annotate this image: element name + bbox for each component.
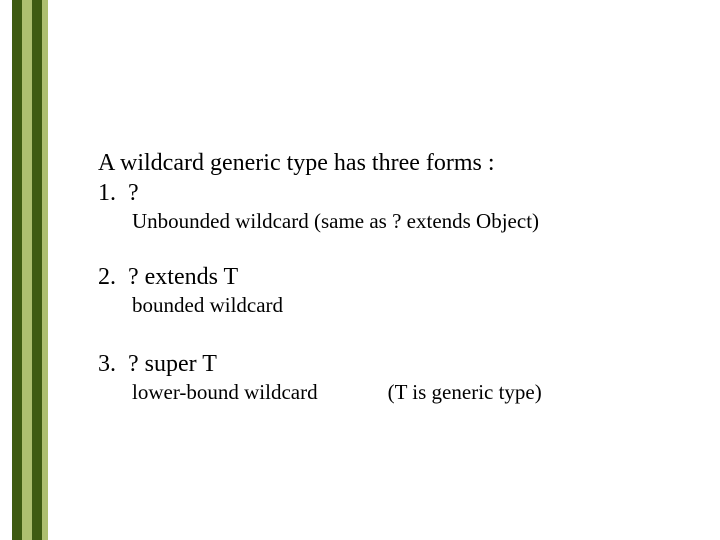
item-number: 3. — [98, 349, 128, 379]
item-title: ? — [128, 180, 139, 206]
item-3: 3.? super T — [98, 349, 678, 379]
item-3-note: (T is generic type) — [388, 379, 542, 405]
item-number: 1. — [98, 178, 128, 208]
stripe-bar — [22, 0, 32, 540]
item-3-sub: lower-bound wildcard — [132, 379, 318, 405]
stripe-bar — [32, 0, 42, 540]
item-2: 2.? extends T — [98, 262, 678, 292]
item-2-sub: bounded wildcard — [132, 292, 678, 318]
item-1-sub: Unbounded wildcard (same as ? extends Ob… — [132, 208, 678, 234]
item-number: 2. — [98, 262, 128, 292]
stripe-bar — [12, 0, 22, 540]
item-title: ? super T — [128, 351, 217, 377]
intro-text: A wildcard generic type has three forms … — [98, 148, 678, 178]
item-title: ? extends T — [128, 264, 238, 290]
content: A wildcard generic type has three forms … — [98, 148, 678, 405]
spacer — [98, 319, 678, 349]
item-3-sub-row: lower-bound wildcard (T is generic type) — [132, 379, 678, 405]
slide: A wildcard generic type has three forms … — [0, 0, 720, 540]
side-stripe — [12, 0, 48, 540]
item-1: 1.? — [98, 178, 678, 208]
stripe-bar — [42, 0, 48, 540]
spacer — [98, 234, 678, 262]
